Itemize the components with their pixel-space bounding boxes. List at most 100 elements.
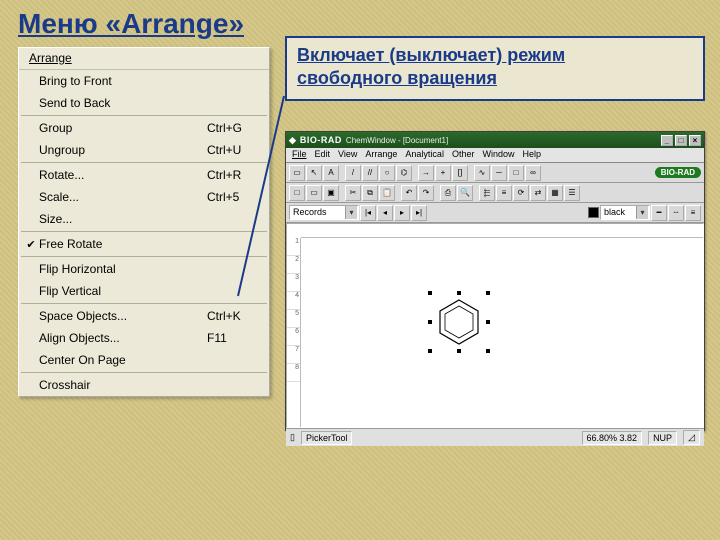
tool-arrow-icon[interactable]: → xyxy=(418,165,434,181)
tool-save-icon[interactable]: ▣ xyxy=(323,185,339,201)
tool-box-icon[interactable]: □ xyxy=(508,165,524,181)
menu-item-group[interactable]: GroupCtrl+G xyxy=(19,117,269,139)
biorad-badge: BIO-RAD xyxy=(655,167,701,178)
statusbar: ▯ PickerTool 66.80% 3.82 NUP ◿ xyxy=(286,428,704,446)
nav-next-icon[interactable]: ▸ xyxy=(394,205,410,221)
status-tool: PickerTool xyxy=(301,431,353,445)
menu-separator xyxy=(21,303,267,304)
menu-separator xyxy=(21,162,267,163)
menubar: File Edit View Arrange Analytical Other … xyxy=(286,148,704,163)
tool-select-icon[interactable]: ↖ xyxy=(306,165,322,181)
menu-separator xyxy=(21,256,267,257)
menu-item-free-rotate[interactable]: ✔Free Rotate xyxy=(19,233,269,255)
menu-other[interactable]: Other xyxy=(452,149,475,161)
records-combo[interactable]: Records xyxy=(289,205,359,220)
style-solid-icon[interactable]: ━ xyxy=(651,205,667,221)
check-icon: ✔ xyxy=(23,238,39,251)
canvas[interactable] xyxy=(301,238,703,427)
tool-bracket-icon[interactable]: [] xyxy=(452,165,468,181)
tool-curve-icon[interactable]: ∿ xyxy=(474,165,490,181)
menu-separator xyxy=(21,115,267,116)
tool-copy-icon[interactable]: ⧉ xyxy=(362,185,378,201)
logo-icon: ◆ xyxy=(289,135,296,146)
menu-item-size[interactable]: Size... xyxy=(19,208,269,230)
tool-zoom-icon[interactable]: 🔍 xyxy=(457,185,473,201)
tool-print-icon[interactable]: ⎙ xyxy=(440,185,456,201)
tool-open-icon[interactable]: ▭ xyxy=(306,185,322,201)
document-title: ChemWindow - [Document1] xyxy=(346,136,448,145)
close-button[interactable]: × xyxy=(689,135,701,146)
tool-align-center-icon[interactable]: ≡ xyxy=(496,185,512,201)
titlebar[interactable]: ◆ BIO-RAD ChemWindow - [Document1] _ □ × xyxy=(286,132,704,148)
menu-arrange[interactable]: Arrange xyxy=(365,149,397,161)
nav-first-icon[interactable]: |◂ xyxy=(360,205,376,221)
tool-flip-icon[interactable]: ⇄ xyxy=(530,185,546,201)
tool-bond-icon[interactable]: / xyxy=(345,165,361,181)
ruler-vertical: 1 2 3 4 5 6 7 8 xyxy=(287,238,301,427)
tool-paste-icon[interactable]: 📋 xyxy=(379,185,395,201)
menu-item-flip-vertical[interactable]: Flip Vertical xyxy=(19,280,269,302)
chemwindow-app: ◆ BIO-RAD ChemWindow - [Document1] _ □ ×… xyxy=(285,131,705,431)
toolbar-main: ▭ ↖ A / // ○ ⌬ → + [] ∿ ─ □ ∞ BIO-RAD xyxy=(286,163,704,183)
tool-align-left-icon[interactable]: ⬱ xyxy=(479,185,495,201)
menu-item-align-objects[interactable]: Align Objects...F11 xyxy=(19,327,269,349)
tool-rotate-icon[interactable]: ⟳ xyxy=(513,185,529,201)
minimize-button[interactable]: _ xyxy=(661,135,673,146)
nav-last-icon[interactable]: ▸| xyxy=(411,205,427,221)
menu-help[interactable]: Help xyxy=(522,149,541,161)
menu-window[interactable]: Window xyxy=(482,149,514,161)
callout-pointer-line xyxy=(236,96,286,306)
callout-line: свободного вращения xyxy=(297,67,693,90)
callout-line: Включает (выключает) режим xyxy=(297,44,693,67)
ruler-horizontal xyxy=(301,224,703,238)
status-mode: NUP xyxy=(648,431,677,445)
tool-double-bond-icon[interactable]: // xyxy=(362,165,378,181)
menu-file[interactable]: File xyxy=(292,149,307,161)
tool-benzene-icon[interactable]: ⌬ xyxy=(396,165,412,181)
tool-undo-icon[interactable]: ↶ xyxy=(401,185,417,201)
maximize-button[interactable]: □ xyxy=(675,135,687,146)
menu-item-center-on-page[interactable]: Center On Page xyxy=(19,349,269,371)
toolbar-secondary: □ ▭ ▣ ✂ ⧉ 📋 ↶ ↷ ⎙ 🔍 ⬱ ≡ ⟳ ⇄ ▦ ☰ xyxy=(286,183,704,203)
menu-analytical[interactable]: Analytical xyxy=(405,149,444,161)
arrange-menu: Arrange Bring to Front Send to Back Grou… xyxy=(18,47,270,397)
tool-cut-icon[interactable]: ✂ xyxy=(345,185,361,201)
tool-line-icon[interactable]: ─ xyxy=(491,165,507,181)
menu-edit[interactable]: Edit xyxy=(315,149,331,161)
style-dashed-icon[interactable]: ┄ xyxy=(668,205,684,221)
canvas-area: 1 2 3 4 5 6 7 8 xyxy=(286,223,704,428)
style-weight-icon[interactable]: ≡ xyxy=(685,205,701,221)
menu-separator xyxy=(21,372,267,373)
description-callout: Включает (выключает) режим свободного вр… xyxy=(285,36,705,101)
brand-label: BIO-RAD xyxy=(300,135,342,145)
color-combo[interactable]: black xyxy=(600,205,650,220)
page-icon[interactable]: ▯ xyxy=(290,432,295,443)
menu-item-ungroup[interactable]: UngroupCtrl+U xyxy=(19,139,269,161)
menu-header[interactable]: Arrange xyxy=(19,48,269,70)
tool-ring-icon[interactable]: ○ xyxy=(379,165,395,181)
slide-title: Меню «Arrange» xyxy=(18,8,244,40)
menu-item-space-objects[interactable]: Space Objects...Ctrl+K xyxy=(19,305,269,327)
toolbar-format: Records |◂ ◂ ▸ ▸| black ━ ┄ ≡ xyxy=(286,203,704,223)
tool-orbital-icon[interactable]: ∞ xyxy=(525,165,541,181)
menu-separator xyxy=(21,231,267,232)
resize-grip-icon[interactable]: ◿ xyxy=(683,430,700,445)
menu-item-rotate[interactable]: Rotate...Ctrl+R xyxy=(19,164,269,186)
tool-pointer-icon[interactable]: ▭ xyxy=(289,165,305,181)
menu-item-crosshair[interactable]: Crosshair xyxy=(19,374,269,396)
menu-view[interactable]: View xyxy=(338,149,357,161)
tool-text-icon[interactable]: A xyxy=(323,165,339,181)
menu-item-scale[interactable]: Scale...Ctrl+5 xyxy=(19,186,269,208)
nav-prev-icon[interactable]: ◂ xyxy=(377,205,393,221)
status-zoom: 66.80% 3.82 xyxy=(582,431,643,445)
menu-item-send-to-back[interactable]: Send to Back xyxy=(19,92,269,114)
menu-item-flip-horizontal[interactable]: Flip Horizontal xyxy=(19,258,269,280)
tool-plus-icon[interactable]: + xyxy=(435,165,451,181)
tool-layers-icon[interactable]: ☰ xyxy=(564,185,580,201)
color-swatch[interactable] xyxy=(588,207,599,218)
tool-new-icon[interactable]: □ xyxy=(289,185,305,201)
tool-group-icon[interactable]: ▦ xyxy=(547,185,563,201)
menu-item-bring-to-front[interactable]: Bring to Front xyxy=(19,70,269,92)
benzene-structure[interactable] xyxy=(431,294,487,350)
tool-redo-icon[interactable]: ↷ xyxy=(418,185,434,201)
